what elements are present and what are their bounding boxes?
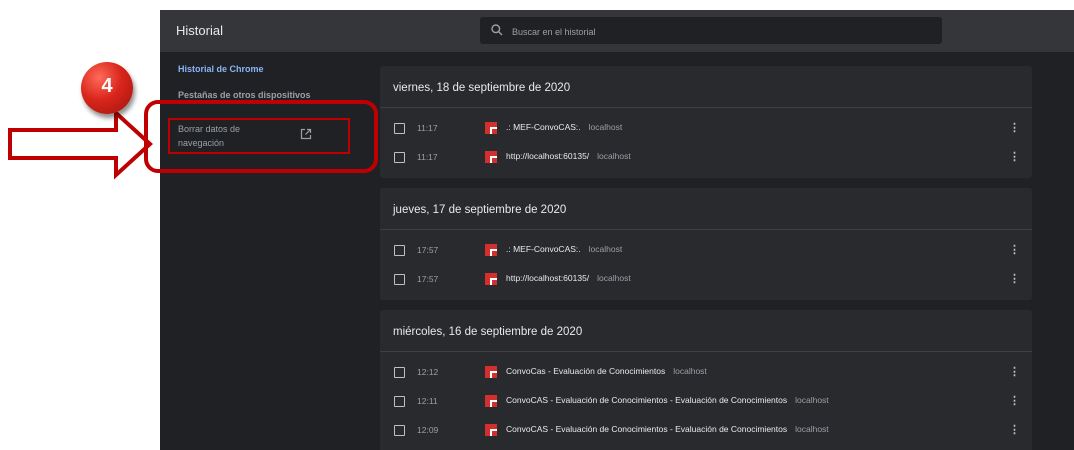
entry-title-link[interactable]: http://localhost:60135/localhost (506, 273, 631, 283)
history-entry[interactable]: 17:57 .: MEF-ConvoCAS:. localhost ⋮ (380, 237, 1032, 265)
day-heading: jueves, 17 de septiembre de 2020 (393, 204, 567, 216)
entry-title[interactable]: ConvoCAS - Evaluación de Conocimientos -… (506, 424, 787, 434)
entry-title-link[interactable]: ConvoCas - Evaluación de Conocimientos lo… (506, 366, 707, 376)
entry-time: 12:11 (417, 396, 438, 406)
entry-time: 12:09 (417, 425, 439, 435)
entry-checkbox[interactable] (394, 152, 405, 163)
site-favicon-icon (485, 122, 497, 134)
site-favicon-icon (485, 395, 497, 407)
day-heading: viernes, 18 de septiembre de 2020 (393, 82, 571, 94)
annotation-arrow (8, 108, 153, 180)
entry-domain: localhost (588, 244, 623, 254)
step-number: 4 (101, 75, 113, 97)
entry-domain: localhost (588, 122, 623, 132)
entry-title-link[interactable]: .: MEF-ConvoCAS:. localhost (506, 122, 622, 132)
entry-checkbox[interactable] (394, 245, 405, 256)
sidebar-item-other-devices[interactable]: Pestañas de otros dispositivos (178, 90, 311, 100)
sidebar-item-chrome-history[interactable]: Historial de Chrome (178, 64, 264, 74)
entry-time: 11:17 (417, 152, 438, 162)
toolbar: Historial (160, 10, 1074, 52)
entry-title[interactable]: http://localhost:60135/ (506, 151, 589, 161)
divider (380, 107, 1032, 108)
entry-title[interactable]: .: MEF-ConvoCAS:. (506, 244, 581, 254)
chrome-history-page: Historial Historial de Chrome Pestañas d… (160, 10, 1074, 450)
entry-title[interactable]: ConvoCAS - Evaluación de Conocimientos -… (506, 395, 787, 405)
site-favicon-icon (485, 366, 497, 378)
entry-domain: localhost (795, 395, 829, 405)
history-entry[interactable]: 17:57 http://localhost:60135/localhost ⋮ (380, 266, 1032, 294)
more-vert-icon[interactable]: ⋮ (1009, 395, 1020, 407)
entry-time: 17:57 (417, 274, 439, 284)
more-vert-icon[interactable]: ⋮ (1009, 151, 1020, 163)
site-favicon-icon (485, 244, 497, 256)
entry-checkbox[interactable] (394, 425, 405, 436)
history-entry[interactable]: 11:17 http://localhost:60135/localhost ⋮ (380, 144, 1032, 172)
history-entry[interactable]: 12:11 ConvoCAS - Evaluación de Conocimie… (380, 388, 1032, 416)
entry-title-link[interactable]: ConvoCAS - Evaluación de Conocimientos -… (506, 395, 829, 405)
divider (380, 351, 1032, 352)
more-vert-icon[interactable]: ⋮ (1009, 366, 1020, 378)
history-entry[interactable]: 11:17 .: MEF-ConvoCAS:. localhost ⋮ (380, 115, 1032, 143)
search-box[interactable] (480, 17, 942, 44)
entry-domain: localhost (795, 424, 829, 434)
entry-checkbox[interactable] (394, 123, 405, 134)
site-favicon-icon (485, 151, 497, 163)
entry-title-link[interactable]: http://localhost:60135/localhost (506, 151, 631, 161)
entry-title[interactable]: .: MEF-ConvoCAS:. (506, 122, 581, 132)
entry-domain: localhost (673, 366, 707, 376)
more-vert-icon[interactable]: ⋮ (1009, 424, 1020, 436)
site-favicon-icon (485, 424, 497, 436)
entry-domain: localhost (597, 273, 631, 283)
divider (380, 229, 1032, 230)
entry-title-link[interactable]: .: MEF-ConvoCAS:. localhost (506, 244, 622, 254)
history-day-card: miércoles, 16 de septiembre de 2020 12:1… (380, 310, 1032, 450)
entry-time: 12:12 (417, 367, 439, 377)
entry-title[interactable]: ConvoCas - Evaluación de Conocimientos (506, 366, 665, 376)
site-favicon-icon (485, 273, 497, 285)
page-title: Historial (176, 23, 223, 38)
entry-checkbox[interactable] (394, 367, 405, 378)
entry-checkbox[interactable] (394, 274, 405, 285)
step-badge: 4 (81, 62, 133, 114)
more-vert-icon[interactable]: ⋮ (1009, 122, 1020, 134)
search-input[interactable] (510, 20, 934, 43)
entry-time: 17:57 (417, 245, 439, 255)
entry-title[interactable]: http://localhost:60135/ (506, 273, 589, 283)
history-day-card: jueves, 17 de septiembre de 2020 17:57 .… (380, 188, 1032, 300)
history-entry[interactable]: 12:12 ConvoCas - Evaluación de Conocimie… (380, 359, 1032, 387)
history-entry[interactable]: 12:09 ConvoCAS - Evaluación de Conocimie… (380, 417, 1032, 445)
entry-title-link[interactable]: ConvoCAS - Evaluación de Conocimientos -… (506, 424, 829, 434)
day-heading: miércoles, 16 de septiembre de 2020 (393, 326, 583, 338)
more-vert-icon[interactable]: ⋮ (1009, 244, 1020, 256)
search-icon[interactable] (490, 23, 504, 37)
entry-time: 11:17 (417, 123, 438, 133)
entry-domain: localhost (597, 151, 631, 161)
history-day-card: viernes, 18 de septiembre de 2020 11:17 … (380, 66, 1032, 178)
annotation-highlight-inner (168, 118, 350, 154)
more-vert-icon[interactable]: ⋮ (1009, 273, 1020, 285)
entry-checkbox[interactable] (394, 396, 405, 407)
